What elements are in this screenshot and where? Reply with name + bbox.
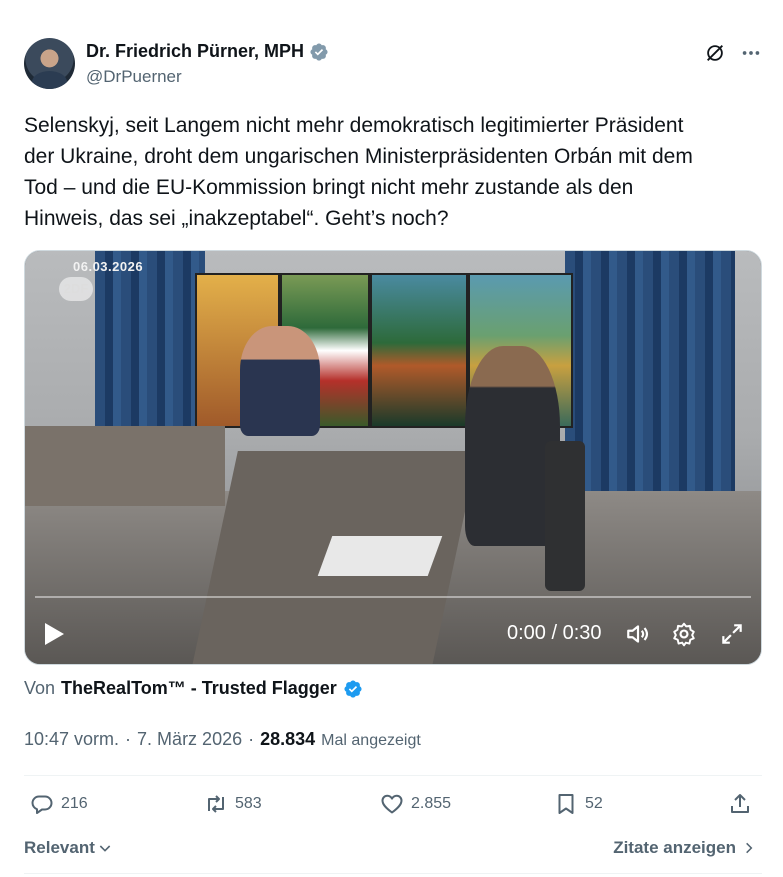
bookmark-count: 52: [585, 795, 603, 812]
tweet-meta: 10:47 vorm. · 7. März 2026 · 28.834 Mal …: [24, 729, 421, 750]
tweet-time[interactable]: 10:47 vorm.: [24, 729, 119, 750]
grok-icon[interactable]: [704, 42, 726, 64]
like-button[interactable]: 2.855: [380, 792, 451, 816]
more-icon[interactable]: [740, 42, 762, 64]
reply-icon: [31, 795, 53, 814]
verified-gray-badge-icon: [310, 42, 328, 61]
bookmark-button[interactable]: 52: [554, 792, 603, 816]
repost-icon: [208, 795, 224, 813]
scene-curtain-right: [565, 251, 735, 521]
fullscreen-icon[interactable]: [719, 621, 745, 647]
play-icon[interactable]: [43, 622, 65, 646]
verified-blue-badge-icon: [344, 679, 362, 698]
replies-footer: Relevant Zitate anzeigen: [24, 838, 762, 862]
video-attribution: Von TheRealTom™ - Trusted Flagger: [24, 678, 363, 699]
header-actions: [704, 42, 762, 64]
share-icon: [731, 794, 749, 813]
scene-desk: [25, 426, 225, 506]
sort-label: Relevant: [24, 838, 95, 857]
author-name[interactable]: Dr. Friedrich Pürner, MPH: [86, 41, 304, 62]
chevron-down-icon: [99, 845, 111, 852]
meta-separator: ·: [248, 729, 255, 749]
attribution-prefix: Von: [24, 678, 56, 698]
tweet-date[interactable]: 7. März 2026: [137, 729, 242, 750]
volume-icon[interactable]: [625, 621, 651, 647]
heart-icon: [381, 794, 403, 814]
video-progress-bar[interactable]: [35, 596, 751, 598]
chevron-right-icon: [746, 842, 753, 854]
share-button[interactable]: [728, 792, 752, 816]
settings-gear-icon[interactable]: [671, 621, 697, 647]
show-quotes-link[interactable]: Zitate anzeigen: [613, 838, 756, 858]
views-count: 28.834: [260, 729, 316, 749]
tweet-text: Selenskyj, seit Langem nicht mehr demokr…: [24, 110, 764, 234]
author-handle[interactable]: @DrPuerner: [86, 67, 182, 87]
reply-button[interactable]: 216: [30, 792, 88, 816]
like-count: 2.855: [411, 795, 452, 812]
tweet-text-line: Selenskyj, seit Langem nicht mehr demokr…: [24, 114, 684, 137]
action-bar: 216 583 2.855 52: [24, 786, 762, 826]
reply-count: 216: [61, 795, 88, 812]
repost-count: 583: [235, 795, 262, 812]
attribution-source[interactable]: TheRealTom™ - Trusted Flagger: [61, 678, 337, 699]
tweet-text-line: Hinweis, das sei „inakzeptabel“. Geht’s …: [24, 207, 449, 230]
meta-separator: ·: [125, 729, 132, 749]
video-date-stamp: 06.03.2026: [73, 259, 144, 274]
repost-button[interactable]: 583: [204, 792, 262, 816]
channel-logo: 2DF: [59, 277, 93, 301]
bookmark-icon: [558, 794, 574, 814]
video-time: 0:00 / 0:30: [507, 622, 602, 644]
divider: [24, 775, 762, 776]
tweet-text-line: der Ukraine, droht dem ungarischen Minis…: [24, 145, 693, 168]
sort-dropdown[interactable]: Relevant: [24, 838, 113, 858]
scene-chair: [545, 441, 585, 591]
video-player[interactable]: 06.03.2026 2DF 0:00 / 0:30: [24, 250, 762, 665]
author-name-row: Dr. Friedrich Pürner, MPH: [86, 41, 329, 62]
scene-person-left: [240, 326, 320, 436]
tweet-header: Dr. Friedrich Pürner, MPH @DrPuerner: [24, 38, 764, 94]
quotes-label: Zitate anzeigen: [613, 838, 736, 857]
tweet-text-line: Tod – und die EU-Kommission bringt nicht…: [24, 176, 634, 199]
scene-panel-3: [370, 273, 468, 428]
avatar[interactable]: [24, 38, 75, 89]
divider: [24, 873, 762, 874]
scene-paper: [317, 536, 443, 576]
views-label: Mal angezeigt: [321, 732, 421, 749]
